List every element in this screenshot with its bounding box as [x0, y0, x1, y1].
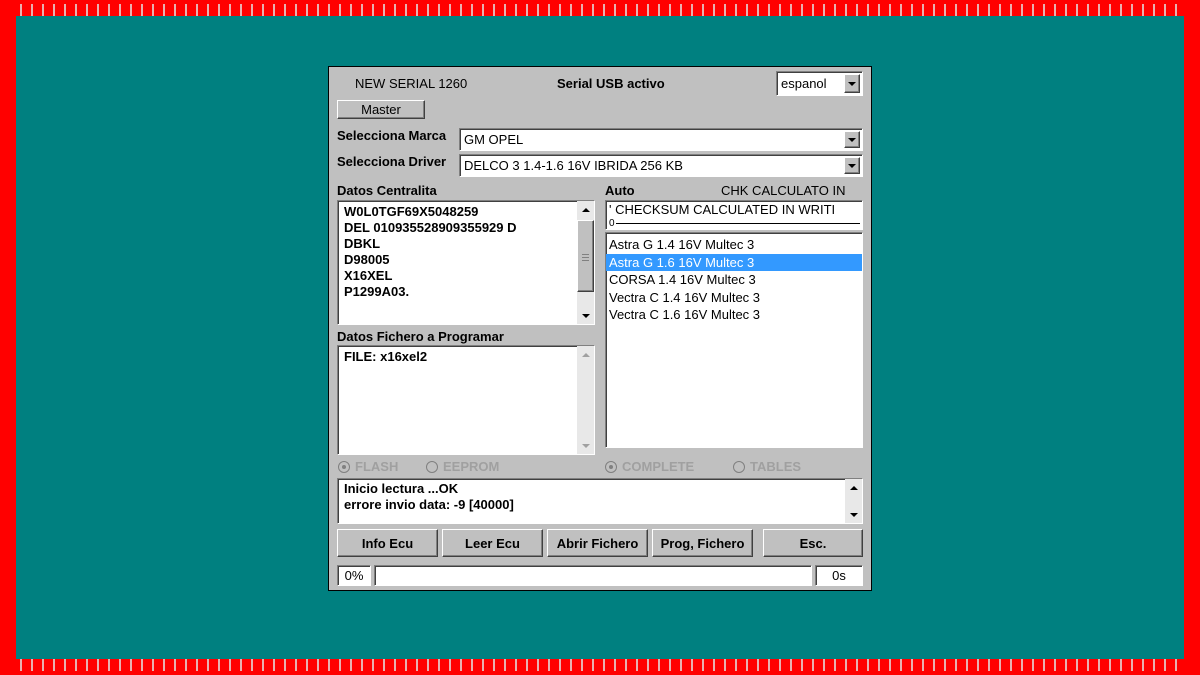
fichero-line: FILE: x16xel2 — [344, 349, 428, 364]
border-bottom — [0, 659, 1200, 675]
esc-button[interactable]: Esc. — [763, 529, 863, 557]
marca-value: GM OPEL — [464, 132, 524, 147]
driver-select[interactable]: DELCO 3 1.4-1.6 16V IBRIDA 256 KB — [459, 154, 863, 177]
driver-value: DELCO 3 1.4-1.6 16V IBRIDA 256 KB — [464, 158, 683, 173]
complete-label: COMPLETE — [622, 459, 695, 474]
border-right — [1184, 0, 1200, 675]
usb-status: Serial USB activo — [557, 76, 665, 91]
log-line: Inicio lectura ...OK — [344, 481, 459, 496]
slider-track[interactable] — [616, 223, 860, 224]
flash-label: FLASH — [355, 459, 399, 474]
scroll-up-icon[interactable] — [577, 201, 594, 218]
scroll-down-icon[interactable] — [845, 506, 862, 523]
model-item-selected[interactable]: Astra G 1.6 16V Multec 3 — [606, 253, 862, 271]
driver-label: Selecciona Driver — [337, 154, 447, 169]
centralita-textbox[interactable]: W0L0TGF69X5048259 DEL 010935528909355929… — [337, 200, 595, 325]
programmer-window: NEW SERIAL 1260 Serial USB activo espano… — [328, 66, 872, 591]
chevron-down-icon[interactable] — [844, 74, 860, 93]
scroll-down-icon[interactable] — [577, 437, 594, 454]
progress-bar — [374, 565, 812, 586]
log-textbox[interactable]: Inicio lectura ...OK errore invio data: … — [337, 478, 863, 524]
language-value: espanol — [781, 76, 827, 91]
auto-label: Auto — [605, 183, 635, 198]
scroll-thumb[interactable] — [577, 220, 594, 292]
centralita-line: X16XEL — [344, 268, 393, 283]
model-list[interactable]: Astra G 1.4 16V Multec 3 Astra G 1.6 16V… — [605, 232, 863, 448]
tables-label: TABLES — [750, 459, 802, 474]
model-item[interactable]: CORSA 1.4 16V Multec 3 — [606, 271, 862, 289]
radio-checked-icon — [338, 460, 350, 473]
centralita-line: W0L0TGF69X5048259 — [344, 204, 479, 219]
centralita-line: DBKL — [344, 236, 381, 251]
marca-label: Selecciona Marca — [337, 128, 447, 143]
slider-value: 0 — [609, 218, 615, 229]
radio-unchecked-icon — [426, 460, 438, 473]
centralita-scrollbar[interactable] — [577, 201, 594, 324]
radio-checked-icon — [605, 460, 617, 473]
progress-percent: 0% — [337, 565, 371, 586]
scroll-down-icon[interactable] — [577, 307, 594, 324]
radio-unchecked-icon — [733, 460, 745, 473]
scroll-up-icon[interactable] — [845, 479, 862, 496]
language-select[interactable]: espanol — [776, 71, 863, 96]
tables-radio[interactable]: TABLES — [733, 459, 801, 474]
centralita-line: P1299A03. — [344, 284, 410, 299]
border-top — [0, 0, 1200, 16]
eeprom-label: EEPROM — [443, 459, 500, 474]
flash-radio[interactable]: FLASH — [338, 459, 398, 474]
log-line: errore invio data: -9 [40000] — [344, 497, 514, 512]
border-left — [0, 0, 16, 675]
fichero-scrollbar[interactable] — [577, 346, 594, 454]
device-title: NEW SERIAL 1260 — [355, 76, 468, 91]
eeprom-radio[interactable]: EEPROM — [426, 459, 499, 474]
checksum-panel: ' CHECKSUM CALCULATED IN WRITI 0 — [605, 200, 863, 230]
scroll-up-icon[interactable] — [577, 346, 594, 363]
prog-fichero-button[interactable]: Prog, Fichero — [652, 529, 753, 557]
model-item[interactable]: Vectra C 1.6 16V Multec 3 — [606, 306, 862, 324]
marca-select[interactable]: GM OPEL — [459, 128, 863, 151]
centralita-label: Datos Centralita — [337, 183, 437, 198]
chk-status: CHK CALCULATO IN — [721, 183, 846, 198]
elapsed-time: 0s — [815, 565, 863, 586]
log-scrollbar[interactable] — [845, 479, 862, 523]
centralita-line: DEL 010935528909355929 D — [344, 220, 517, 235]
model-item[interactable]: Astra G 1.4 16V Multec 3 — [606, 236, 862, 254]
chevron-down-icon[interactable] — [844, 131, 860, 148]
checksum-text: ' CHECKSUM CALCULATED IN WRITI — [609, 202, 836, 217]
fichero-textbox[interactable]: FILE: x16xel2 — [337, 345, 595, 455]
model-item[interactable]: Vectra C 1.4 16V Multec 3 — [606, 289, 862, 307]
chevron-down-icon[interactable] — [844, 157, 860, 174]
complete-radio[interactable]: COMPLETE — [605, 459, 694, 474]
leer-ecu-button[interactable]: Leer Ecu — [442, 529, 543, 557]
centralita-line: D98005 — [344, 252, 390, 267]
info-ecu-button[interactable]: Info Ecu — [337, 529, 438, 557]
fichero-label: Datos Fichero a Programar — [337, 329, 504, 344]
abrir-fichero-button[interactable]: Abrir Fichero — [547, 529, 648, 557]
master-button[interactable]: Master — [337, 100, 425, 119]
